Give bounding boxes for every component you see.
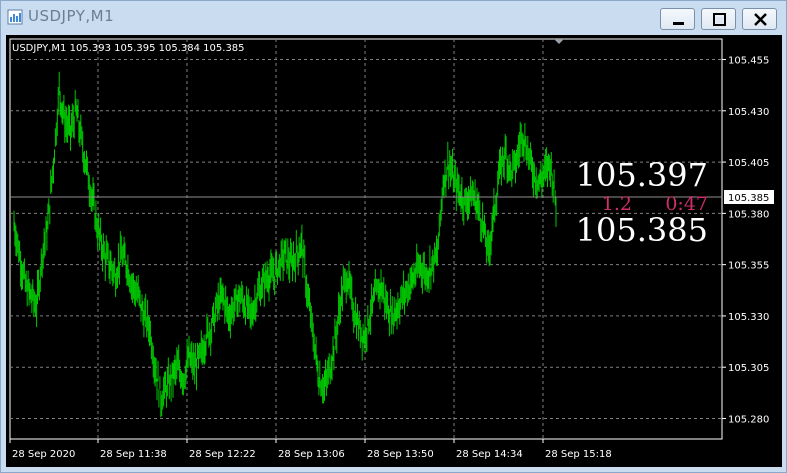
title-bar[interactable]: USDJPY,M1	[1, 1, 786, 34]
close-icon	[754, 13, 767, 26]
chart-shift-marker[interactable]	[554, 39, 564, 44]
time-axis-label: 28 Sep 13:06	[278, 449, 345, 460]
price-axis-label: 105.405	[728, 158, 769, 169]
current-price-label: 105.385	[728, 193, 769, 204]
time-axis-label: 28 Sep 2020	[12, 449, 75, 460]
chart-area[interactable]: USDJPY,M1 105.393 105.395 105.384 105.38…	[6, 35, 782, 467]
chart-window: USDJPY,M1 USDJPY,M1 105.393 105.395 105.…	[0, 0, 787, 473]
time-axis-label: 28 Sep 15:18	[545, 449, 612, 460]
time-axis-label: 28 Sep 12:22	[189, 449, 256, 460]
price-chart[interactable]: USDJPY,M1 105.393 105.395 105.384 105.38…	[6, 35, 782, 467]
chart-info-line: USDJPY,M1 105.393 105.395 105.384 105.38…	[12, 43, 245, 54]
minimize-button[interactable]	[660, 8, 695, 30]
window-title: USDJPY,M1	[28, 7, 115, 25]
price-axis[interactable]: 105.455 105.430 105.405 105.380 105.355 105.3…	[722, 56, 769, 426]
price-axis-label: 105.280	[728, 414, 769, 425]
restore-icon	[713, 13, 726, 26]
chart-window-icon	[7, 9, 23, 25]
price-axis-label: 105.355	[728, 261, 769, 272]
time-axis-label: 28 Sep 11:38	[100, 449, 167, 460]
time-axis-label: 28 Sep 14:34	[456, 449, 523, 460]
price-axis-label: 105.430	[728, 107, 769, 118]
maximize-button[interactable]	[701, 8, 736, 30]
price-bars	[13, 71, 557, 418]
price-axis-label: 105.455	[728, 56, 769, 67]
time-axis-label: 28 Sep 13:50	[367, 449, 434, 460]
price-axis-label: 105.330	[728, 312, 769, 323]
price-axis-label: 105.380	[728, 209, 769, 220]
price-axis-label: 105.305	[728, 363, 769, 374]
close-button[interactable]	[742, 8, 777, 30]
minimize-icon	[673, 22, 684, 25]
ask-price-overlay: 105.397	[576, 156, 708, 194]
time-axis[interactable]: 28 Sep 2020 28 Sep 11:38 28 Sep 12:22 28 Se…	[9, 439, 612, 460]
bid-price-overlay: 105.385	[576, 211, 708, 249]
